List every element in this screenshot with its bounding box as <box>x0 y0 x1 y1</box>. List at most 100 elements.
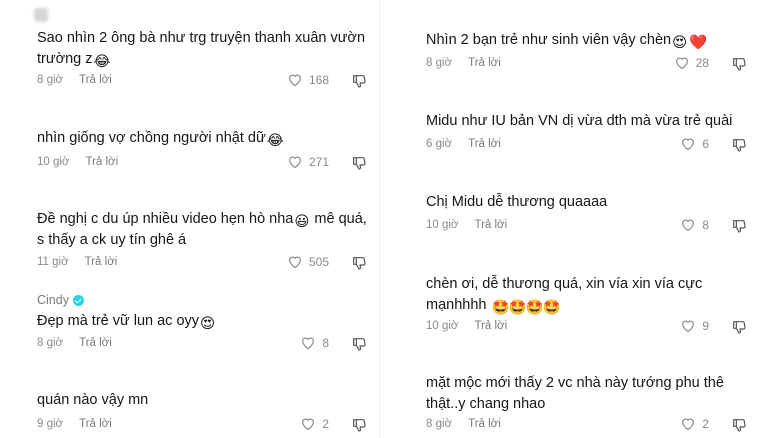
like-button[interactable]: 271 <box>287 154 329 169</box>
comment-meta: 6 giờ Trả lời <box>426 138 501 150</box>
comment-body: Midu như IU bản VN dị vừa dth mà vừa trẻ… <box>426 113 733 129</box>
heart-outline-icon <box>302 337 315 350</box>
comment-time: 8 giờ <box>426 418 453 430</box>
like-button[interactable]: 9 <box>680 318 709 333</box>
heart-outline-icon <box>289 156 301 169</box>
thumbs-down-icon[interactable] <box>351 73 367 89</box>
thumbs-down-icon[interactable] <box>731 137 747 153</box>
reply-button[interactable]: Trả lời <box>79 337 112 349</box>
comment-body: Đề nghị c du úp nhiều video hẹn hò nha <box>37 211 294 227</box>
comment-time: 8 giờ <box>426 57 453 69</box>
reply-button[interactable]: Trả lời <box>474 219 507 231</box>
column-divider <box>379 0 380 438</box>
comment-body: chèn ơi, dễ thương quá, xin vía xin vía … <box>426 276 703 313</box>
comment-body: Sao nhìn 2 ông bà như trg truyện thanh x… <box>37 30 366 67</box>
like-count: 168 <box>308 72 329 87</box>
heart-outline-icon <box>289 256 301 269</box>
heart-outline-icon <box>675 57 688 70</box>
like-count: 6 <box>702 136 709 151</box>
thumbs-down-icon[interactable] <box>351 155 367 171</box>
thumbs-down-icon[interactable] <box>351 417 367 433</box>
verified-check-icon <box>72 294 84 306</box>
comment-meta: 8 giờ Trả lời <box>426 418 501 430</box>
emoji-icon: ❤️ <box>689 35 708 51</box>
comment-time: 10 giờ <box>426 320 459 332</box>
thumbs-down-icon[interactable] <box>731 56 747 72</box>
comment-meta: 8 giờ Trả lời <box>426 57 501 69</box>
like-button[interactable]: 28 <box>674 55 709 70</box>
comment-meta: 8 giờ Trả lời <box>37 337 112 349</box>
thumbs-down-icon[interactable] <box>731 218 747 234</box>
like-button[interactable]: 8 <box>300 335 329 350</box>
thumbs-down-icon[interactable] <box>731 319 747 335</box>
comment-text: Sao nhìn 2 ông bà như trg truyện thanh x… <box>37 28 367 70</box>
comment-time: 8 giờ <box>37 74 64 86</box>
like-button[interactable]: 2 <box>300 416 329 431</box>
like-button[interactable]: 6 <box>680 136 709 151</box>
comment-text: quán nào vậy mn <box>37 390 367 411</box>
thumbs-down-icon[interactable] <box>351 336 367 352</box>
emoji-icon: 😃 <box>294 214 310 230</box>
comment-text: chèn ơi, dễ thương quá, xin vía xin vía … <box>426 274 746 316</box>
comment-body: mặt mộc mới thấy 2 vc nhà này tướng phu … <box>426 375 724 412</box>
thumbs-down-icon[interactable] <box>351 255 367 271</box>
heart-outline-icon <box>682 320 695 333</box>
like-button[interactable]: 2 <box>680 416 709 431</box>
thumbs-down-icon[interactable] <box>731 417 747 433</box>
comment-text: Đẹp mà trẻ vữ lun ac oyy😍 <box>37 311 367 332</box>
reply-button[interactable]: Trả lời <box>468 418 501 430</box>
like-button[interactable]: 168 <box>287 72 329 87</box>
comments-screenshot: Sao nhìn 2 ông bà như trg truyện thanh x… <box>0 0 759 438</box>
emoji-icon: 😍 <box>672 35 688 51</box>
comment-body: nhìn giống vợ chồng người nhật dữ <box>37 130 266 146</box>
comment-body: quán nào vậy mn <box>37 392 149 408</box>
reply-button[interactable]: Trả lời <box>79 418 112 430</box>
like-count: 9 <box>702 318 709 333</box>
emoji-icon: 🤩 <box>542 299 561 316</box>
comment-meta: 9 giờ Trả lời <box>37 418 112 430</box>
comment-meta: 10 giờ Trả lời <box>426 320 507 332</box>
emoji-icon: 🤩 <box>491 299 510 316</box>
like-button[interactable]: 505 <box>287 254 329 269</box>
heart-outline-icon <box>682 219 695 232</box>
comment-meta: 10 giờ Trả lời <box>426 219 507 231</box>
like-count: 271 <box>308 154 329 169</box>
heart-outline-icon <box>302 418 315 431</box>
like-count: 2 <box>702 416 709 431</box>
comment-meta: 8 giờ Trả lời <box>37 74 112 86</box>
comment-body: Nhìn 2 bạn trẻ như sinh viên vậy chèn <box>426 32 672 48</box>
author-name: Cindy <box>37 293 69 307</box>
like-count: 2 <box>322 416 329 431</box>
emoji-icon: 😂 <box>93 53 111 70</box>
comment-time: 6 giờ <box>426 138 453 150</box>
comment-body: Chị Midu dễ thương quaaaa <box>426 194 608 210</box>
reply-button[interactable]: Trả lời <box>468 57 501 69</box>
heart-outline-icon <box>682 138 695 151</box>
comment-body: Đẹp mà trẻ vữ lun ac oyy <box>37 313 200 329</box>
reply-button[interactable]: Trả lời <box>468 138 501 150</box>
like-count: 28 <box>695 55 709 70</box>
emoji-icon: 😍 <box>200 316 216 332</box>
comment-text: Nhìn 2 bạn trẻ như sinh viên vậy chèn😍 ❤️ <box>426 30 746 51</box>
like-count: 8 <box>322 335 329 350</box>
emoji-icon: 😂 <box>266 133 284 149</box>
comment-author[interactable]: Cindy <box>37 293 84 307</box>
blurred-avatar <box>34 8 48 22</box>
like-count: 505 <box>308 254 329 269</box>
comment-time: 9 giờ <box>37 418 64 430</box>
comment-text: Midu như IU bản VN dị vừa dth mà vừa trẻ… <box>426 111 746 132</box>
comment-text: mặt mộc mới thấy 2 vc nhà này tướng phu … <box>426 373 746 414</box>
like-count: 8 <box>702 217 709 232</box>
like-button[interactable]: 8 <box>680 217 709 232</box>
comment-time: 11 giờ <box>37 256 69 268</box>
comment-time: 10 giờ <box>426 219 459 231</box>
reply-button[interactable]: Trả lời <box>474 320 507 332</box>
reply-button[interactable]: Trả lời <box>85 256 118 268</box>
reply-button[interactable]: Trả lời <box>85 156 118 168</box>
reply-button[interactable]: Trả lời <box>79 74 112 86</box>
comment-meta: 11 giờ Trả lời <box>37 256 117 268</box>
comment-text: Chị Midu dễ thương quaaaa <box>426 192 746 213</box>
emoji-icon: 🤩 <box>508 299 527 316</box>
comment-meta: 10 giờ Trả lời <box>37 156 118 168</box>
comment-text: Đề nghị c du úp nhiều video hẹn hò nha😃 … <box>37 209 367 250</box>
